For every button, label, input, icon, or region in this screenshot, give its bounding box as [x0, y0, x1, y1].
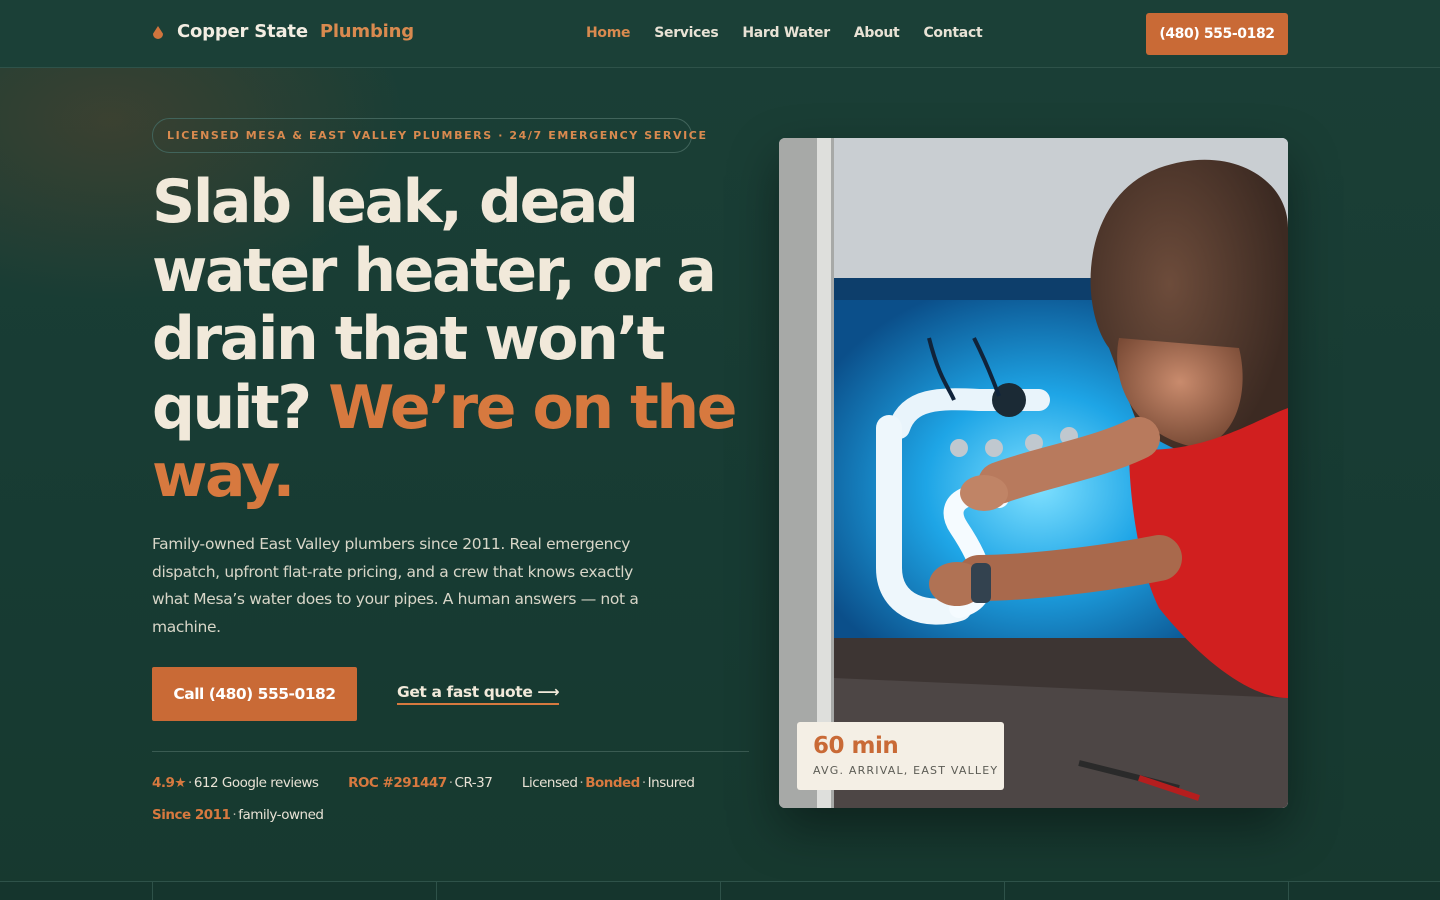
arrival-time-value: 60 min: [813, 733, 899, 759]
trust-since-row: Since 2011 · family-owned: [152, 807, 324, 823]
nav-home[interactable]: Home: [586, 25, 631, 41]
bonded-label: Bonded: [585, 775, 640, 791]
separator-dot: ·: [232, 807, 237, 823]
separator-dot: ·: [641, 775, 646, 791]
separator-dot: ·: [188, 775, 192, 791]
site-header: Copper State Plumbing Home Services Hard…: [0, 0, 1440, 68]
brand-logo[interactable]: Copper State Plumbing: [153, 21, 414, 42]
plumber-photo: [779, 138, 1288, 808]
rating-value: 4.9★: [152, 775, 187, 791]
eyebrow-badge: LICENSED MESA & EAST VALLEY PLUMBERS · 2…: [152, 118, 706, 153]
separator-dot: ·: [448, 775, 453, 791]
section-divider: [436, 881, 437, 900]
review-count: 612 Google reviews: [193, 775, 319, 791]
arrival-time-label: AVG. ARRIVAL, EAST VALLEY: [813, 764, 999, 777]
section-divider: [1004, 881, 1005, 900]
water-drop-icon: [153, 26, 163, 39]
nav-contact[interactable]: Contact: [923, 25, 982, 41]
insured-label: Insured: [647, 775, 695, 791]
trust-badges-row: 4.9★ · 612 Google reviews ROC #291447 · CR-3…: [152, 775, 695, 791]
hero-description: Family-owned East Valley plumbers since …: [152, 535, 639, 637]
roc-class: CR-37: [454, 775, 493, 791]
arrival-stat-card: 60 min AVG. ARRIVAL, EAST VALLEY: [797, 722, 1004, 790]
nav-hard-water[interactable]: Hard Water: [742, 25, 830, 41]
brand-suffix: Plumbing: [319, 21, 414, 42]
section-divider: [152, 881, 153, 900]
fast-quote-link[interactable]: Get a fast quote ⟶: [397, 683, 560, 705]
section-divider: [1288, 881, 1289, 900]
roc-license: ROC #291447: [348, 775, 447, 791]
separator-dot: ·: [579, 775, 584, 791]
nav-about[interactable]: About: [854, 25, 900, 41]
nav-services[interactable]: Services: [654, 25, 718, 41]
family-owned-label: family-owned: [238, 807, 324, 823]
brand-name: Copper State: [177, 21, 308, 42]
hero-headline: Slab leak, dead water heater, or a drain…: [152, 168, 752, 511]
licensed-label: Licensed: [521, 775, 578, 791]
since-year: Since 2011: [152, 807, 231, 823]
header-phone-button[interactable]: (480) 555-0182: [1146, 13, 1288, 55]
plumber-under-sink-illustration: [779, 138, 1288, 808]
section-divider: [720, 881, 721, 900]
main-nav: Home Services Hard Water About Contact: [586, 25, 1006, 41]
divider: [152, 751, 749, 752]
call-button[interactable]: Call (480) 555-0182: [152, 667, 357, 721]
